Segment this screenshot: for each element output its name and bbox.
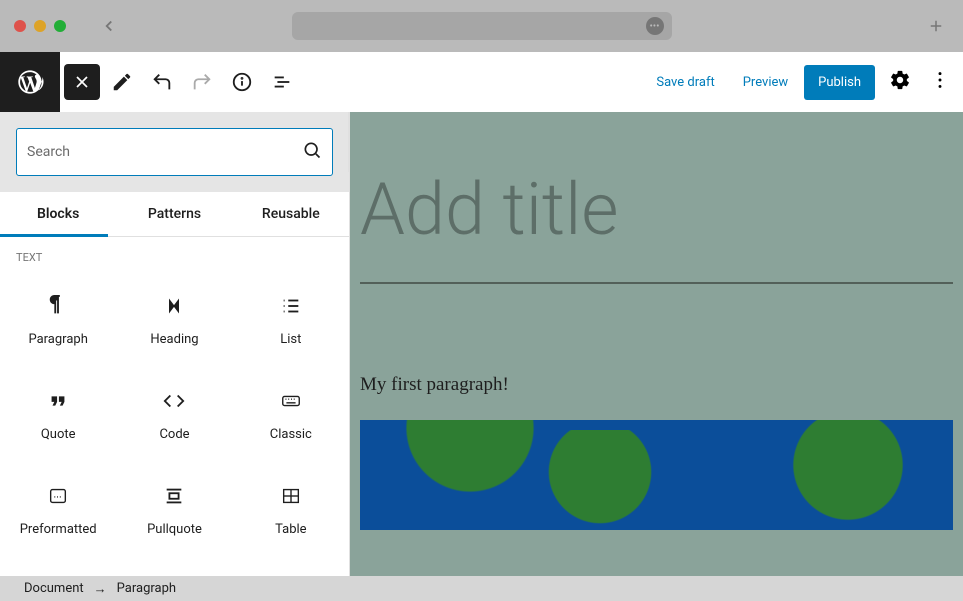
publish-button[interactable]: Publish: [804, 65, 875, 100]
search-icon: [302, 140, 322, 164]
window-zoom-button[interactable]: [54, 20, 66, 32]
block-inserter-panel: Blocks Patterns Reusable TEXT Paragraph …: [0, 112, 350, 576]
details-button[interactable]: [224, 64, 260, 100]
block-label: Quote: [41, 427, 76, 442]
browser-back-button[interactable]: [100, 17, 118, 35]
save-draft-button[interactable]: Save draft: [644, 75, 726, 90]
window-minimize-button[interactable]: [34, 20, 46, 32]
settings-button[interactable]: [889, 69, 911, 95]
window-titlebar: •••: [0, 0, 963, 52]
post-title-input[interactable]: Add title: [360, 167, 963, 252]
block-label: List: [280, 332, 301, 347]
block-list[interactable]: List: [233, 272, 349, 367]
block-heading[interactable]: Heading: [116, 272, 232, 367]
editor-toolbar: Save draft Preview Publish: [0, 52, 963, 112]
breadcrumb-root[interactable]: Document: [24, 581, 84, 596]
arrow-right-icon: →: [94, 581, 107, 597]
block-breadcrumb: Document → Paragraph: [0, 576, 963, 601]
block-label: Pullquote: [147, 522, 202, 537]
paragraph-block[interactable]: My first paragraph!: [360, 374, 963, 396]
block-label: Classic: [270, 427, 312, 442]
block-search-input[interactable]: [27, 144, 302, 160]
block-paragraph[interactable]: Paragraph: [0, 272, 116, 367]
preview-button[interactable]: Preview: [731, 75, 800, 90]
block-search: [16, 128, 333, 176]
editor-canvas[interactable]: Add title My first paragraph!: [350, 112, 963, 576]
tab-blocks[interactable]: Blocks: [0, 192, 116, 236]
undo-button[interactable]: [144, 64, 180, 100]
block-label: Paragraph: [28, 332, 87, 347]
outline-button[interactable]: [264, 64, 300, 100]
block-table[interactable]: Table: [233, 462, 349, 557]
block-classic[interactable]: Classic: [233, 367, 349, 462]
block-label: Preformatted: [20, 522, 97, 537]
tab-reusable[interactable]: Reusable: [233, 192, 349, 236]
block-quote[interactable]: Quote: [0, 367, 116, 462]
address-bar[interactable]: •••: [292, 12, 672, 40]
block-code[interactable]: Code: [116, 367, 232, 462]
window-close-button[interactable]: [14, 20, 26, 32]
block-label: Code: [159, 427, 189, 442]
breadcrumb-current[interactable]: Paragraph: [117, 581, 176, 596]
block-label: Table: [275, 522, 306, 537]
classic-icon: [279, 389, 303, 413]
preformatted-icon: [46, 484, 70, 508]
table-icon: [279, 484, 303, 508]
tools-button[interactable]: [104, 64, 140, 100]
block-preformatted[interactable]: Preformatted: [0, 462, 116, 557]
paragraph-icon: [46, 294, 70, 318]
block-pullquote[interactable]: Pullquote: [116, 462, 232, 557]
tab-patterns[interactable]: Patterns: [116, 192, 232, 236]
code-icon: [162, 389, 186, 413]
title-separator: [360, 282, 953, 284]
inserter-tabs: Blocks Patterns Reusable: [0, 192, 349, 237]
block-category-label: TEXT: [0, 237, 349, 272]
pullquote-icon: [162, 484, 186, 508]
wordpress-logo[interactable]: [0, 52, 60, 112]
quote-icon: [46, 389, 70, 413]
block-label: Heading: [150, 332, 198, 347]
traffic-lights: [14, 20, 66, 32]
new-tab-button[interactable]: [927, 17, 945, 35]
toggle-inserter-button[interactable]: [64, 64, 100, 100]
site-options-icon[interactable]: •••: [646, 17, 664, 35]
redo-button[interactable]: [184, 64, 220, 100]
image-block[interactable]: [360, 420, 953, 530]
more-options-button[interactable]: [929, 69, 951, 95]
heading-icon: [162, 294, 186, 318]
list-icon: [279, 294, 303, 318]
